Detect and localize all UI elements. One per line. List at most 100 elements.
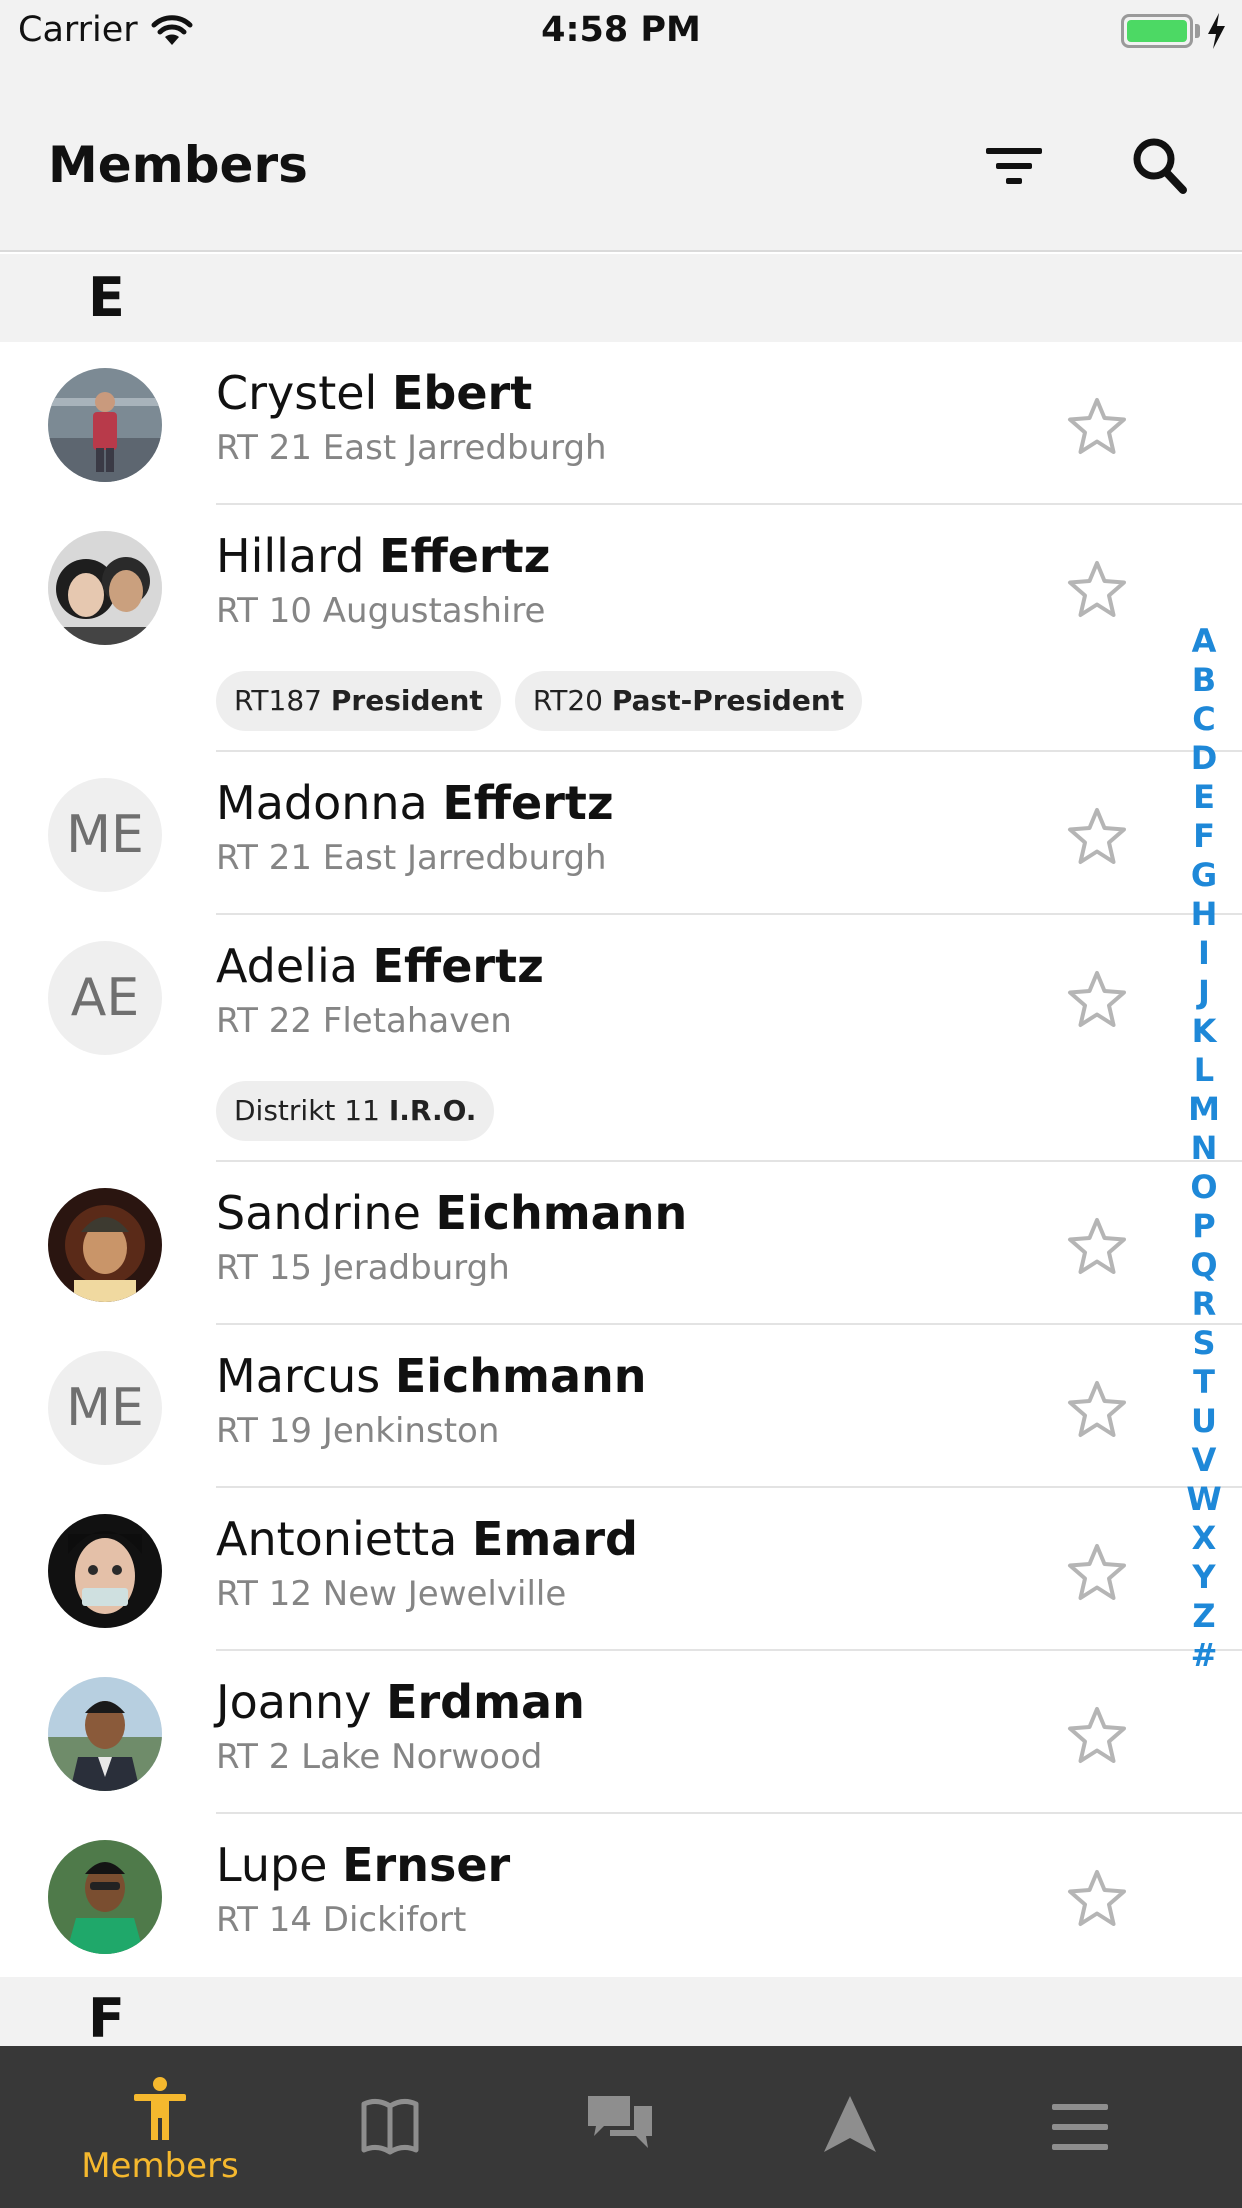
index-letter[interactable]: J: [1180, 973, 1228, 1012]
avatar: [48, 1188, 162, 1302]
section-letter: F: [88, 1987, 125, 2050]
navigation-bar: Members: [0, 64, 1242, 252]
list-item-madonna-effertz[interactable]: ME Madonna Effertz RT 21 East Jarredburg…: [0, 752, 1242, 915]
person-icon: [134, 2077, 186, 2140]
index-letter[interactable]: U: [1180, 1402, 1228, 1441]
member-name: Adelia Effertz: [216, 939, 544, 993]
list-item-lupe-ernser[interactable]: Lupe Ernser RT 14 Dickifort: [0, 1814, 1242, 1977]
list-item-antonietta-emard[interactable]: Antonietta Emard RT 12 New Jewelville: [0, 1488, 1242, 1651]
member-name: Hillard Effertz: [216, 529, 551, 583]
tab-book[interactable]: [266, 2046, 514, 2208]
member-name: Crystel Ebert: [216, 366, 533, 420]
member-name: Lupe Ernser: [216, 1838, 511, 1892]
index-letter[interactable]: K: [1180, 1012, 1228, 1051]
chat-bubbles-icon: [588, 2096, 652, 2148]
index-letter[interactable]: Q: [1180, 1246, 1228, 1285]
avatar: [48, 1840, 162, 1954]
section-header-e: E: [0, 254, 1242, 342]
role-tags: Distrikt 11 I.R.O.: [216, 1081, 495, 1141]
tab-bar: Members: [0, 2046, 1242, 2208]
hamburger-menu-icon: [1052, 2104, 1108, 2150]
index-letter[interactable]: X: [1180, 1519, 1228, 1558]
tab-chat[interactable]: [496, 2046, 744, 2208]
member-name: Joanny Erdman: [216, 1675, 585, 1729]
index-letter[interactable]: Y: [1180, 1558, 1228, 1597]
member-name: Sandrine Eichmann: [216, 1186, 688, 1240]
index-letter[interactable]: P: [1180, 1207, 1228, 1246]
member-location: RT 21 East Jarredburgh: [216, 428, 607, 468]
list-item-crystel-ebert[interactable]: Crystel Ebert RT 21 East Jarredburgh: [0, 342, 1242, 505]
index-letter[interactable]: T: [1180, 1363, 1228, 1402]
index-letter[interactable]: G: [1180, 856, 1228, 895]
status-bar: Carrier 4:58 PM: [0, 0, 1242, 64]
avatar: [48, 1677, 162, 1791]
member-location: RT 12 New Jewelville: [216, 1574, 567, 1614]
index-letter[interactable]: V: [1180, 1441, 1228, 1480]
list-item-marcus-eichmann[interactable]: ME Marcus Eichmann RT 19 Jenkinston: [0, 1325, 1242, 1488]
filter-icon[interactable]: [974, 130, 1054, 200]
star-outline-icon[interactable]: [1066, 396, 1128, 458]
index-letter[interactable]: F: [1180, 817, 1228, 856]
alphabet-index[interactable]: A B C D E F G H I J K L M N O P Q R S T U V W X Y Z #: [1180, 622, 1228, 1675]
list-item-sandrine-eichmann[interactable]: Sandrine Eichmann RT 15 Jeradburgh: [0, 1162, 1242, 1325]
index-letter[interactable]: L: [1180, 1051, 1228, 1090]
avatar: AE: [48, 941, 162, 1055]
index-letter[interactable]: B: [1180, 661, 1228, 700]
index-letter[interactable]: N: [1180, 1129, 1228, 1168]
index-letter[interactable]: C: [1180, 700, 1228, 739]
role-tag: RT187 President: [216, 671, 501, 731]
index-letter[interactable]: Z: [1180, 1597, 1228, 1636]
role-tags: RT187 President RT20 Past-President: [216, 671, 863, 731]
battery-tip: [1195, 24, 1200, 38]
member-location: RT 10 Augustashire: [216, 591, 546, 631]
tab-menu[interactable]: [956, 2046, 1204, 2208]
star-outline-icon[interactable]: [1066, 806, 1128, 868]
list-item-joanny-erdman[interactable]: Joanny Erdman RT 2 Lake Norwood: [0, 1651, 1242, 1814]
list-item-hillard-effertz[interactable]: Hillard Effertz RT 10 Augustashire RT187…: [0, 505, 1242, 752]
book-icon: [361, 2098, 419, 2155]
tab-members[interactable]: Members: [36, 2046, 284, 2208]
star-outline-icon[interactable]: [1066, 1379, 1128, 1441]
section-letter: E: [88, 266, 125, 329]
search-icon[interactable]: [1120, 130, 1200, 200]
index-letter[interactable]: H: [1180, 895, 1228, 934]
member-location: RT 19 Jenkinston: [216, 1411, 500, 1451]
member-location: RT 15 Jeradburgh: [216, 1248, 510, 1288]
star-outline-icon[interactable]: [1066, 1542, 1128, 1604]
index-letter[interactable]: W: [1180, 1480, 1228, 1519]
avatar-initials: ME: [66, 1378, 144, 1438]
avatar: ME: [48, 778, 162, 892]
star-outline-icon[interactable]: [1066, 969, 1128, 1031]
member-location: RT 2 Lake Norwood: [216, 1737, 543, 1777]
avatar: [48, 368, 162, 482]
index-letter[interactable]: A: [1180, 622, 1228, 661]
member-location: RT 21 East Jarredburgh: [216, 838, 607, 878]
index-letter[interactable]: E: [1180, 778, 1228, 817]
star-outline-icon[interactable]: [1066, 1216, 1128, 1278]
avatar-initials: AE: [70, 968, 140, 1028]
navigation-arrow-icon: [824, 2096, 876, 2152]
clock: 4:58 PM: [541, 10, 701, 50]
star-outline-icon[interactable]: [1066, 559, 1128, 621]
member-location: RT 14 Dickifort: [216, 1900, 467, 1940]
index-letter[interactable]: R: [1180, 1285, 1228, 1324]
star-outline-icon[interactable]: [1066, 1705, 1128, 1767]
index-letter[interactable]: O: [1180, 1168, 1228, 1207]
star-outline-icon[interactable]: [1066, 1868, 1128, 1930]
section-header-f: F: [0, 1977, 1242, 2050]
avatar: [48, 1514, 162, 1628]
role-tag: Distrikt 11 I.R.O.: [216, 1081, 495, 1141]
member-name: Antonietta Emard: [216, 1512, 638, 1566]
list-item-adelia-effertz[interactable]: AE Adelia Effertz RT 22 Fletahaven Distr…: [0, 915, 1242, 1162]
index-letter[interactable]: #: [1180, 1636, 1228, 1675]
charging-bolt-icon: [1208, 13, 1225, 49]
index-letter[interactable]: D: [1180, 739, 1228, 778]
index-letter[interactable]: I: [1180, 934, 1228, 973]
page-title: Members: [48, 136, 308, 194]
index-letter[interactable]: S: [1180, 1324, 1228, 1363]
member-name: Marcus Eichmann: [216, 1349, 647, 1403]
tab-navigate[interactable]: [726, 2046, 974, 2208]
index-letter[interactable]: M: [1180, 1090, 1228, 1129]
member-location: RT 22 Fletahaven: [216, 1001, 512, 1041]
avatar-initials: ME: [66, 805, 144, 865]
